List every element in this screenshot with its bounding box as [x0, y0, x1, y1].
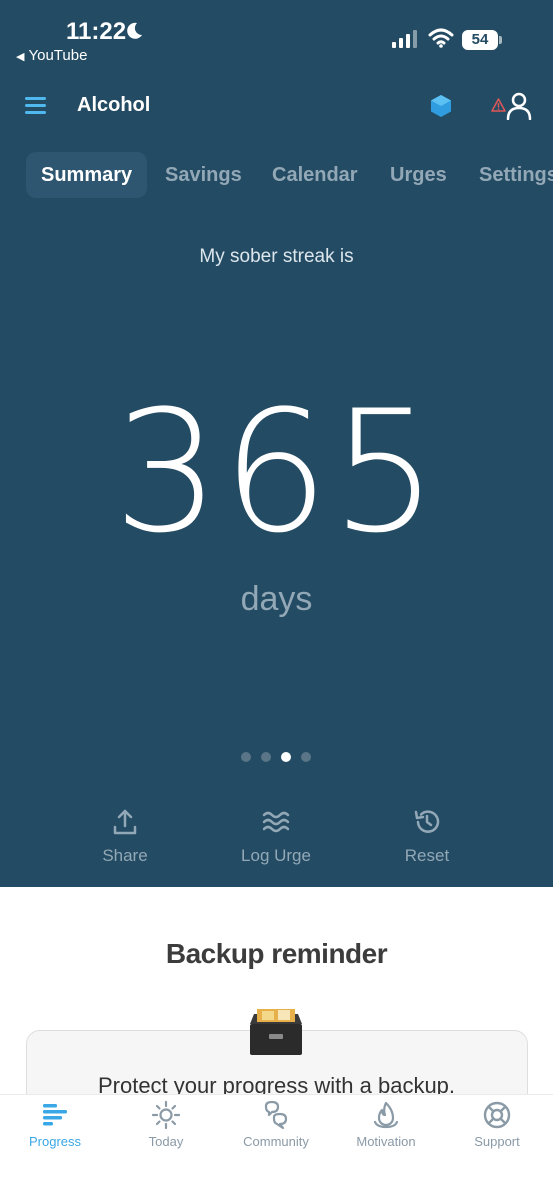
file-cabinet-icon: [250, 1009, 302, 1055]
share-button[interactable]: Share: [65, 808, 185, 866]
streak-label: My sober streak is: [199, 246, 354, 267]
sun-icon: [151, 1100, 181, 1130]
battery-indicator: 54: [462, 30, 498, 50]
wifi-icon: [428, 28, 454, 48]
user-profile-icon[interactable]: [506, 92, 532, 120]
history-icon: [414, 810, 440, 833]
lifebuoy-icon: [483, 1101, 511, 1129]
warning-icon: [491, 98, 506, 112]
nav-community-label: Community: [243, 1134, 309, 1149]
page-indicator[interactable]: [241, 749, 321, 767]
nav-progress[interactable]: Progress: [0, 1100, 110, 1149]
tab-summary[interactable]: Summary: [26, 152, 148, 198]
nav-today-label: Today: [148, 1134, 184, 1149]
share-icon: [113, 809, 137, 835]
share-label: Share: [102, 846, 148, 865]
backup-reminder-title: Backup reminder: [165, 938, 388, 969]
reset-button[interactable]: Reset: [367, 808, 487, 866]
moon-icon: [127, 22, 142, 39]
tab-settings[interactable]: Settings: [479, 152, 553, 198]
nav-support-label: Support: [474, 1134, 520, 1149]
tab-calendar[interactable]: Calendar: [272, 152, 358, 198]
page-dot[interactable]: [301, 752, 311, 762]
premium-hexagon-icon[interactable]: [429, 94, 453, 118]
nav-support[interactable]: Support: [442, 1100, 552, 1149]
flame-icon: [373, 1101, 399, 1129]
page-dot-active[interactable]: [281, 752, 291, 762]
page-dot[interactable]: [241, 752, 251, 762]
page-dot[interactable]: [261, 752, 271, 762]
progress-icon: [43, 1104, 67, 1126]
waves-icon: [262, 811, 290, 833]
streak-unit: days: [240, 580, 313, 618]
tab-urges[interactable]: Urges: [390, 152, 447, 198]
status-time: 11:22: [66, 18, 127, 45]
back-to-app-link[interactable]: ◀ YouTube: [16, 47, 87, 64]
reset-label: Reset: [404, 846, 450, 865]
nav-motivation[interactable]: Motivation: [331, 1100, 441, 1149]
battery-cap: [499, 36, 502, 44]
nav-progress-label: Progress: [28, 1134, 82, 1149]
back-arrow-icon: ◀: [16, 51, 25, 63]
nav-community[interactable]: Community: [221, 1100, 331, 1149]
tab-savings[interactable]: Savings: [165, 152, 242, 198]
log-urge-label: Log Urge: [241, 846, 311, 865]
streak-count: 365: [113, 374, 440, 570]
cellular-signal-icon: [392, 30, 417, 48]
log-urge-button[interactable]: Log Urge: [216, 808, 336, 866]
chat-bubbles-icon: [264, 1100, 288, 1130]
nav-motivation-label: Motivation: [356, 1134, 416, 1149]
nav-today[interactable]: Today: [111, 1100, 221, 1149]
hamburger-menu-icon[interactable]: [25, 97, 46, 114]
page-title: Alcohol: [77, 94, 151, 116]
